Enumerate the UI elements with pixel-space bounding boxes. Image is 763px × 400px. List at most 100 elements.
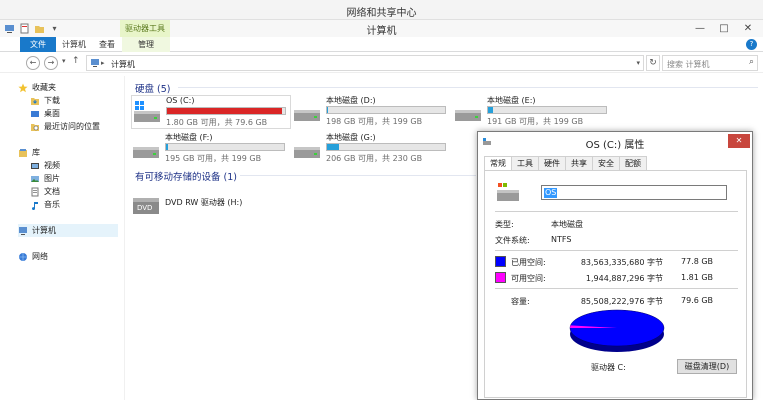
used-space-gb: 77.8 GB bbox=[681, 257, 714, 266]
nav-libraries-label: 库 bbox=[32, 148, 40, 157]
used-space-swatch bbox=[495, 256, 506, 267]
drive-name-selected-text: OS bbox=[544, 188, 558, 198]
pane-splitter[interactable] bbox=[124, 76, 125, 400]
type-value: 本地磁盘 bbox=[551, 220, 583, 229]
computer-icon bbox=[18, 226, 28, 236]
tab-quota[interactable]: 配额 bbox=[619, 156, 647, 170]
nav-item-videos[interactable]: 视频 bbox=[30, 159, 130, 172]
nav-item-label: 图片 bbox=[44, 174, 60, 183]
nav-network-label: 网络 bbox=[32, 252, 48, 261]
filesystem-label: 文件系统: bbox=[495, 236, 530, 245]
drive-tile-dvd[interactable]: DVD DVD RW 驱动器 (H:) bbox=[131, 188, 291, 222]
library-icon bbox=[18, 148, 28, 158]
picture-icon bbox=[30, 174, 40, 184]
drive-name: 本地磁盘 (D:) bbox=[326, 96, 376, 105]
drive-usage-bar bbox=[165, 143, 285, 151]
document-icon bbox=[30, 187, 40, 197]
help-icon[interactable]: ? bbox=[746, 39, 757, 50]
new-folder-icon[interactable] bbox=[34, 23, 45, 34]
drive-tile-g[interactable]: 本地磁盘 (G:) 206 GB 可用，共 230 GB bbox=[292, 132, 452, 166]
nav-computer[interactable]: 计算机 bbox=[18, 224, 118, 237]
disk-cleanup-button[interactable]: 磁盘清理(D) bbox=[677, 359, 737, 374]
network-icon bbox=[18, 252, 28, 262]
nav-computer-label: 计算机 bbox=[32, 226, 56, 235]
drive-tile-e[interactable]: 本地磁盘 (E:) 191 GB 可用，共 199 GB bbox=[453, 95, 613, 129]
recent-places-icon bbox=[30, 122, 40, 132]
drive-free-space: 198 GB 可用，共 199 GB bbox=[326, 117, 423, 126]
minimize-button[interactable]: — bbox=[689, 20, 711, 37]
star-icon bbox=[18, 83, 28, 93]
tab-sharing[interactable]: 共享 bbox=[565, 156, 593, 170]
nav-network[interactable]: 网络 bbox=[18, 250, 118, 263]
drive-name-input[interactable]: OS bbox=[541, 185, 727, 200]
drive-tile-c[interactable]: OS (C:) 1.80 GB 可用，共 79.6 GB bbox=[131, 95, 291, 129]
nav-item-label: 桌面 bbox=[44, 109, 60, 118]
search-placeholder: 搜索 计算机 bbox=[667, 60, 710, 69]
search-input[interactable]: 搜索 计算机 ⌕ bbox=[662, 55, 758, 71]
drive-tile-d[interactable]: 本地磁盘 (D:) 198 GB 可用，共 199 GB bbox=[292, 95, 452, 129]
tab-manage[interactable]: 管理 bbox=[122, 37, 170, 52]
dialog-close-button[interactable]: ✕ bbox=[728, 134, 750, 148]
nav-libraries[interactable]: 库 bbox=[18, 146, 118, 159]
drive-usage-fill bbox=[327, 107, 328, 113]
refresh-icon[interactable]: ↻ bbox=[646, 55, 660, 71]
close-button[interactable]: ✕ bbox=[737, 20, 759, 37]
drive-usage-bar bbox=[166, 107, 286, 115]
tab-security[interactable]: 安全 bbox=[592, 156, 620, 170]
drive-usage-bar bbox=[487, 106, 607, 114]
tab-computer[interactable]: 计算机 bbox=[58, 37, 90, 52]
dialog-title: OS (C:) 属性 bbox=[585, 140, 645, 151]
nav-item-desktop[interactable]: 桌面 bbox=[30, 107, 130, 120]
group-divider bbox=[240, 175, 476, 176]
properties-dialog: OS (C:) 属性 ✕ 常规 工具 硬件 共享 安全 配额 OS 类型: 本地… bbox=[477, 131, 753, 400]
separator bbox=[495, 288, 738, 289]
drive-name: DVD RW 驱动器 (H:) bbox=[165, 198, 243, 207]
music-icon bbox=[30, 200, 40, 210]
nav-item-recent-places[interactable]: 最近访问的位置 bbox=[30, 120, 130, 133]
nav-item-music[interactable]: 音乐 bbox=[30, 198, 130, 211]
nav-item-downloads[interactable]: 下载 bbox=[30, 94, 130, 107]
address-input[interactable]: ▸ 计算机 ▾ bbox=[86, 55, 644, 71]
tab-file[interactable]: 文件 bbox=[20, 37, 56, 52]
desktop-icon bbox=[30, 109, 40, 119]
nav-item-documents[interactable]: 文档 bbox=[30, 185, 130, 198]
nav-item-label: 下载 bbox=[44, 96, 60, 105]
separator bbox=[495, 250, 738, 251]
drive-name: 本地磁盘 (E:) bbox=[487, 96, 536, 105]
filesystem-value: NTFS bbox=[551, 235, 572, 244]
computer-icon bbox=[90, 58, 100, 70]
drive-free-space: 206 GB 可用，共 230 GB bbox=[326, 154, 423, 163]
address-dropdown-chevron-icon[interactable]: ▾ bbox=[636, 59, 640, 67]
drive-tools-context-label: 驱动器工具 bbox=[120, 20, 170, 37]
forward-arrow-icon[interactable]: → bbox=[44, 56, 58, 70]
capacity-gb: 79.6 GB bbox=[681, 296, 714, 305]
back-arrow-icon[interactable]: ← bbox=[26, 56, 40, 70]
maximize-button[interactable]: □ bbox=[713, 20, 735, 37]
free-space-bytes: 1,944,887,296 字节 bbox=[585, 274, 663, 283]
search-icon[interactable]: ⌕ bbox=[749, 57, 754, 67]
download-folder-icon bbox=[30, 96, 40, 106]
removable-group-header[interactable]: 有可移动存储的设备 (1) bbox=[135, 169, 237, 183]
tab-general[interactable]: 常规 bbox=[484, 156, 512, 171]
used-space-bytes: 83,563,335,680 字节 bbox=[580, 258, 663, 267]
drive-name: 本地磁盘 (G:) bbox=[326, 133, 376, 142]
nav-item-pictures[interactable]: 图片 bbox=[30, 172, 130, 185]
customize-toolbar-chevron-icon[interactable]: ▾ bbox=[49, 23, 60, 34]
up-arrow-icon[interactable]: ↑ bbox=[72, 56, 80, 66]
breadcrumb-computer[interactable]: 计算机 bbox=[111, 59, 135, 70]
tab-tools[interactable]: 工具 bbox=[511, 156, 539, 170]
breadcrumb-separator-icon: ▸ bbox=[101, 59, 105, 67]
general-tab-panel: OS 类型: 本地磁盘 文件系统: NTFS 已用空间: 83,563,335,… bbox=[484, 170, 747, 398]
properties-icon[interactable] bbox=[19, 23, 30, 34]
dvd-label: DVD bbox=[137, 204, 152, 212]
tab-view[interactable]: 查看 bbox=[92, 37, 122, 52]
hard-drive-icon bbox=[453, 99, 481, 125]
recent-locations-chevron-icon[interactable]: ▾ bbox=[62, 57, 66, 65]
drive-tile-f[interactable]: 本地磁盘 (F:) 195 GB 可用，共 199 GB bbox=[131, 132, 291, 166]
drive-usage-fill bbox=[167, 108, 283, 114]
tab-hardware[interactable]: 硬件 bbox=[538, 156, 566, 170]
nav-item-label: 文档 bbox=[44, 187, 60, 196]
separator bbox=[495, 211, 738, 212]
nav-favorites[interactable]: 收藏夹 bbox=[18, 81, 118, 94]
hard-drives-group-header[interactable]: 硬盘 (5) bbox=[135, 81, 170, 95]
